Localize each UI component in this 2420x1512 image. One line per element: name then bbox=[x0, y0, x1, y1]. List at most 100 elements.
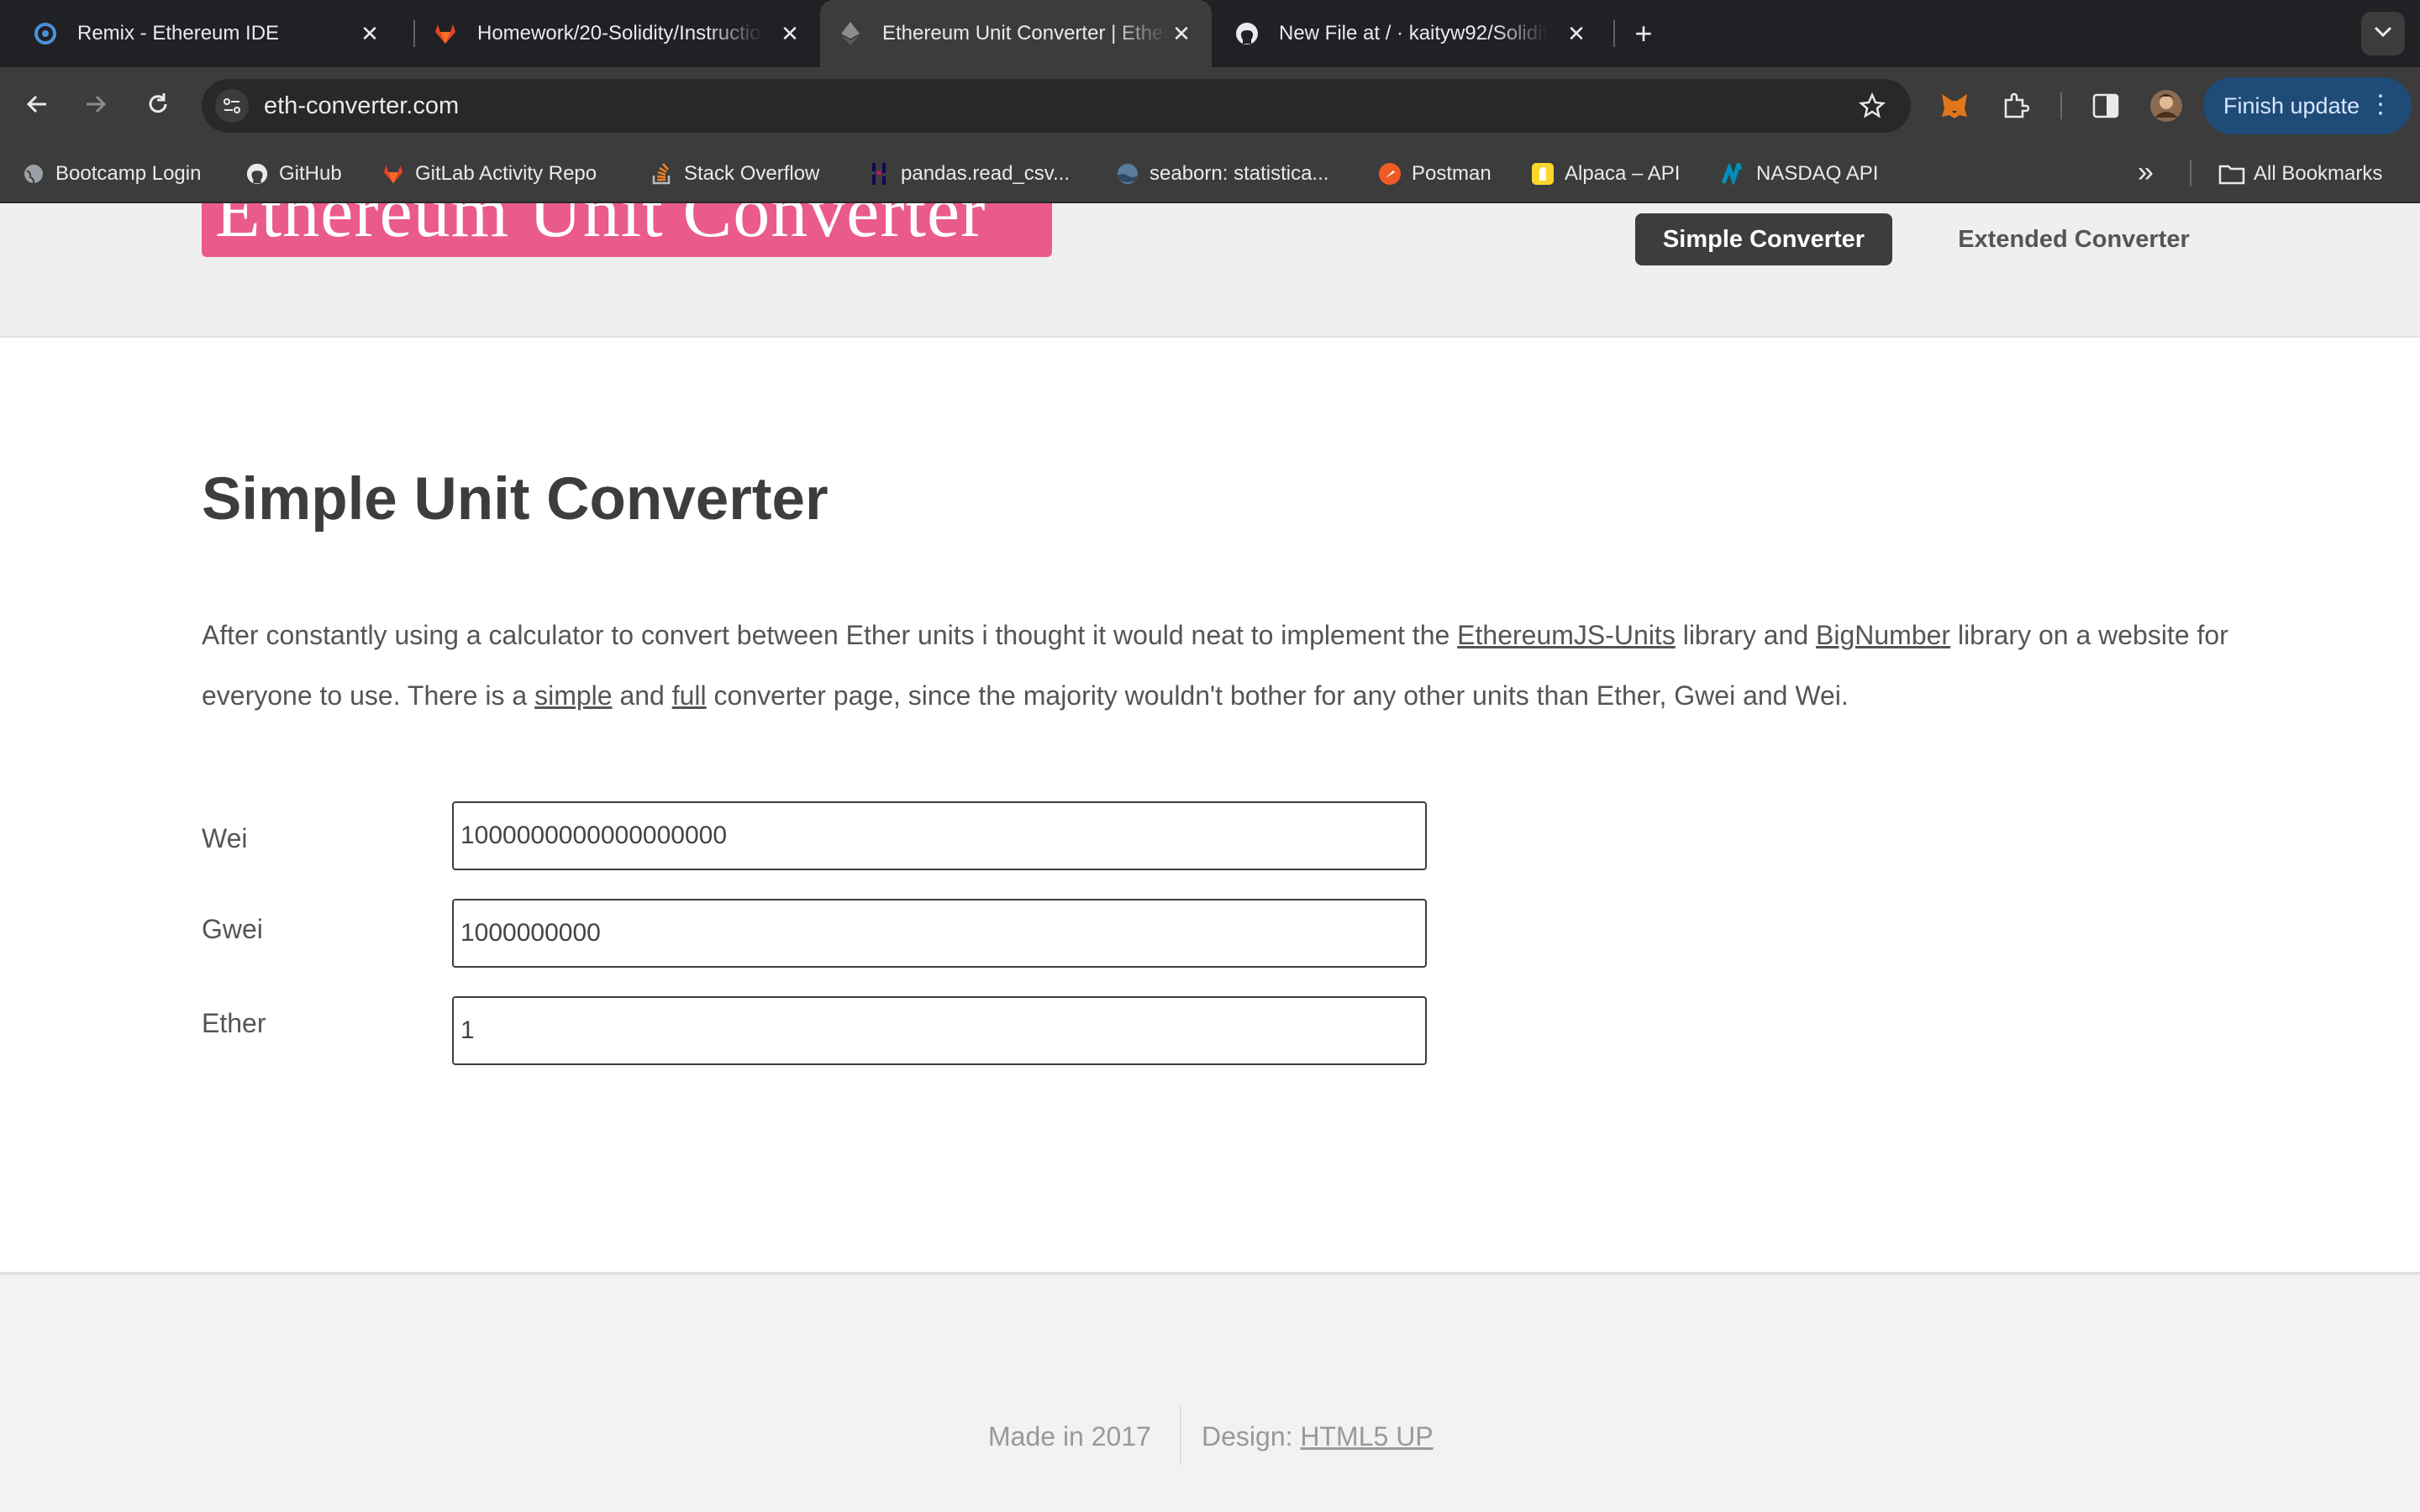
close-icon[interactable]: ✕ bbox=[1563, 20, 1590, 47]
bookmark-nasdaq[interactable]: NASDAQ API bbox=[1721, 158, 1878, 190]
profile-avatar[interactable] bbox=[2148, 87, 2185, 124]
gwei-label: Gwei bbox=[202, 914, 263, 944]
close-icon[interactable]: ✕ bbox=[1168, 20, 1195, 47]
address-bar[interactable]: eth-converter.com bbox=[202, 79, 1911, 133]
bookmark-label: Alpaca – API bbox=[1565, 162, 1681, 185]
gitlab-icon bbox=[432, 20, 459, 47]
remix-icon bbox=[32, 20, 59, 47]
tab-remix[interactable]: Remix - Ethereum IDE ✕ bbox=[0, 0, 400, 67]
bookmark-bootcamp-login[interactable]: Bootcamp Login bbox=[20, 158, 201, 190]
seaborn-icon bbox=[1114, 160, 1141, 187]
ethereum-icon bbox=[837, 20, 864, 47]
reload-button[interactable] bbox=[138, 86, 178, 126]
intro-text: After constantly using a calculator to c… bbox=[202, 620, 1458, 650]
github-icon bbox=[1234, 20, 1260, 47]
forward-button[interactable] bbox=[76, 86, 116, 126]
intro-paragraph: After constantly using a calculator to c… bbox=[202, 605, 2235, 726]
more-vert-icon: ⋮ bbox=[2368, 91, 2393, 118]
all-bookmarks-label: All Bookmarks bbox=[2254, 162, 2383, 185]
globe-icon bbox=[20, 160, 47, 187]
tab-separator bbox=[1613, 20, 1615, 47]
bookmark-label: seaborn: statistica... bbox=[1150, 162, 1329, 185]
gwei-input[interactable] bbox=[452, 899, 1427, 968]
side-panel-icon[interactable] bbox=[2087, 87, 2124, 124]
tab-title: Homework/20-Solidity/Instructions bbox=[477, 22, 763, 45]
finish-update-button[interactable]: Finish update ⋮ bbox=[2203, 77, 2412, 134]
arrow-right-icon bbox=[83, 92, 108, 121]
ethereumjs-units-link[interactable]: EthereumJS-Units bbox=[1457, 620, 1676, 650]
finish-update-label: Finish update bbox=[2223, 92, 2360, 118]
made-in-text: Made in 2017 bbox=[988, 1421, 1151, 1452]
intro-text: library and bbox=[1675, 620, 1816, 650]
bookmarks-divider bbox=[2190, 160, 2191, 186]
bookmark-label: Bootcamp Login bbox=[55, 162, 202, 185]
close-icon[interactable]: ✕ bbox=[776, 20, 803, 47]
tab-gitlab-homework[interactable]: Homework/20-Solidity/Instructions ✕ bbox=[400, 0, 820, 67]
postman-icon bbox=[1376, 160, 1403, 187]
bookmark-label: pandas.read_csv... bbox=[901, 162, 1071, 185]
footer-divider bbox=[1180, 1406, 1181, 1465]
bignumber-link[interactable]: BigNumber bbox=[1816, 620, 1950, 650]
nasdaq-icon bbox=[1721, 160, 1748, 187]
site-logo-text: Ethereum Unit Converter bbox=[215, 203, 986, 253]
tab-title: Remix - Ethereum IDE bbox=[77, 22, 280, 45]
design-label: Design: bbox=[1202, 1421, 1301, 1452]
site-header: Ethereum Unit Converter Simple Converter… bbox=[0, 203, 2420, 338]
folder-icon bbox=[2218, 160, 2245, 187]
metamask-icon[interactable] bbox=[1936, 87, 1973, 124]
nav-extended-converter[interactable]: Extended Converter bbox=[1933, 213, 2215, 265]
bookmark-pandas[interactable]: pandas.read_csv... bbox=[865, 158, 1070, 190]
extensions-icon[interactable] bbox=[1996, 87, 2033, 124]
tab-title: Ethereum Unit Converter | Ether bbox=[882, 22, 1168, 45]
bookmark-alpaca[interactable]: Alpaca – API bbox=[1529, 158, 1680, 190]
all-bookmarks-button[interactable]: All Bookmarks bbox=[2218, 158, 2382, 190]
tab-eth-converter[interactable]: Ethereum Unit Converter | Ether ✕ bbox=[820, 0, 1212, 67]
ether-input[interactable] bbox=[452, 996, 1427, 1065]
new-tab-button[interactable]: + bbox=[1627, 16, 1660, 50]
chevron-down-icon bbox=[2374, 26, 2392, 42]
bookmark-stack-overflow[interactable]: Stack Overflow bbox=[649, 158, 819, 190]
reload-icon bbox=[145, 92, 171, 121]
bookmark-label: GitHub bbox=[279, 162, 342, 185]
bookmark-gitlab-activity[interactable]: GitLab Activity Repo bbox=[380, 158, 597, 190]
intro-text: converter page, since the majority would… bbox=[706, 680, 1849, 711]
html5up-link[interactable]: HTML5 UP bbox=[1300, 1421, 1433, 1452]
wei-input[interactable] bbox=[452, 801, 1427, 870]
wei-label: Wei bbox=[202, 823, 248, 853]
more-bookmarks-chevron-icon[interactable]: » bbox=[2138, 156, 2154, 189]
tab-title: New File at / · kaityw92/Solidity bbox=[1279, 22, 1548, 45]
arrow-left-icon bbox=[24, 92, 50, 121]
tab-strip: Remix - Ethereum IDE ✕ Homework/20-Solid… bbox=[0, 0, 2420, 67]
tab-github-newfile[interactable]: New File at / · kaityw92/Solidity ✕ bbox=[1212, 0, 1607, 67]
nav-simple-converter[interactable]: Simple Converter bbox=[1635, 213, 1892, 265]
simple-converter-link[interactable]: simple bbox=[534, 680, 612, 711]
browser-toolbar: eth-converter.com bbox=[0, 67, 2420, 144]
bookmark-star-icon[interactable] bbox=[1855, 89, 1889, 123]
close-icon[interactable]: ✕ bbox=[356, 20, 383, 47]
bookmark-seaborn[interactable]: seaborn: statistica... bbox=[1114, 158, 1328, 190]
design-credit: Design: HTML5 UP bbox=[1202, 1421, 1434, 1452]
toolbar-divider bbox=[2060, 92, 2062, 119]
url-text: eth-converter.com bbox=[264, 92, 460, 119]
stack-overflow-icon bbox=[649, 160, 676, 187]
gitlab-icon bbox=[380, 160, 407, 187]
bookmark-label: GitLab Activity Repo bbox=[415, 162, 597, 185]
bookmark-postman[interactable]: Postman bbox=[1376, 158, 1491, 190]
alpaca-icon bbox=[1529, 160, 1556, 187]
site-footer: Made in 2017 Design: HTML5 UP bbox=[0, 1272, 2420, 1512]
site-logo[interactable]: Ethereum Unit Converter bbox=[202, 203, 1052, 257]
site-settings-icon[interactable] bbox=[215, 89, 249, 123]
bookmark-label: Stack Overflow bbox=[684, 162, 820, 185]
back-button[interactable] bbox=[17, 86, 57, 126]
page-title: Simple Unit Converter bbox=[202, 466, 829, 533]
tab-search-button[interactable] bbox=[2361, 12, 2405, 55]
bookmarks-bar: Bootcamp Login GitHub GitLab Activity Re… bbox=[0, 144, 2420, 203]
ether-label: Ether bbox=[202, 1008, 266, 1038]
bookmark-github[interactable]: GitHub bbox=[244, 158, 342, 190]
bookmark-label: Postman bbox=[1412, 162, 1491, 185]
bookmark-label: NASDAQ API bbox=[1756, 162, 1879, 185]
intro-text: and bbox=[612, 680, 672, 711]
pandas-icon bbox=[865, 160, 892, 187]
full-converter-link[interactable]: full bbox=[672, 680, 707, 711]
main-content: Simple Unit Converter After constantly u… bbox=[0, 338, 2420, 1272]
